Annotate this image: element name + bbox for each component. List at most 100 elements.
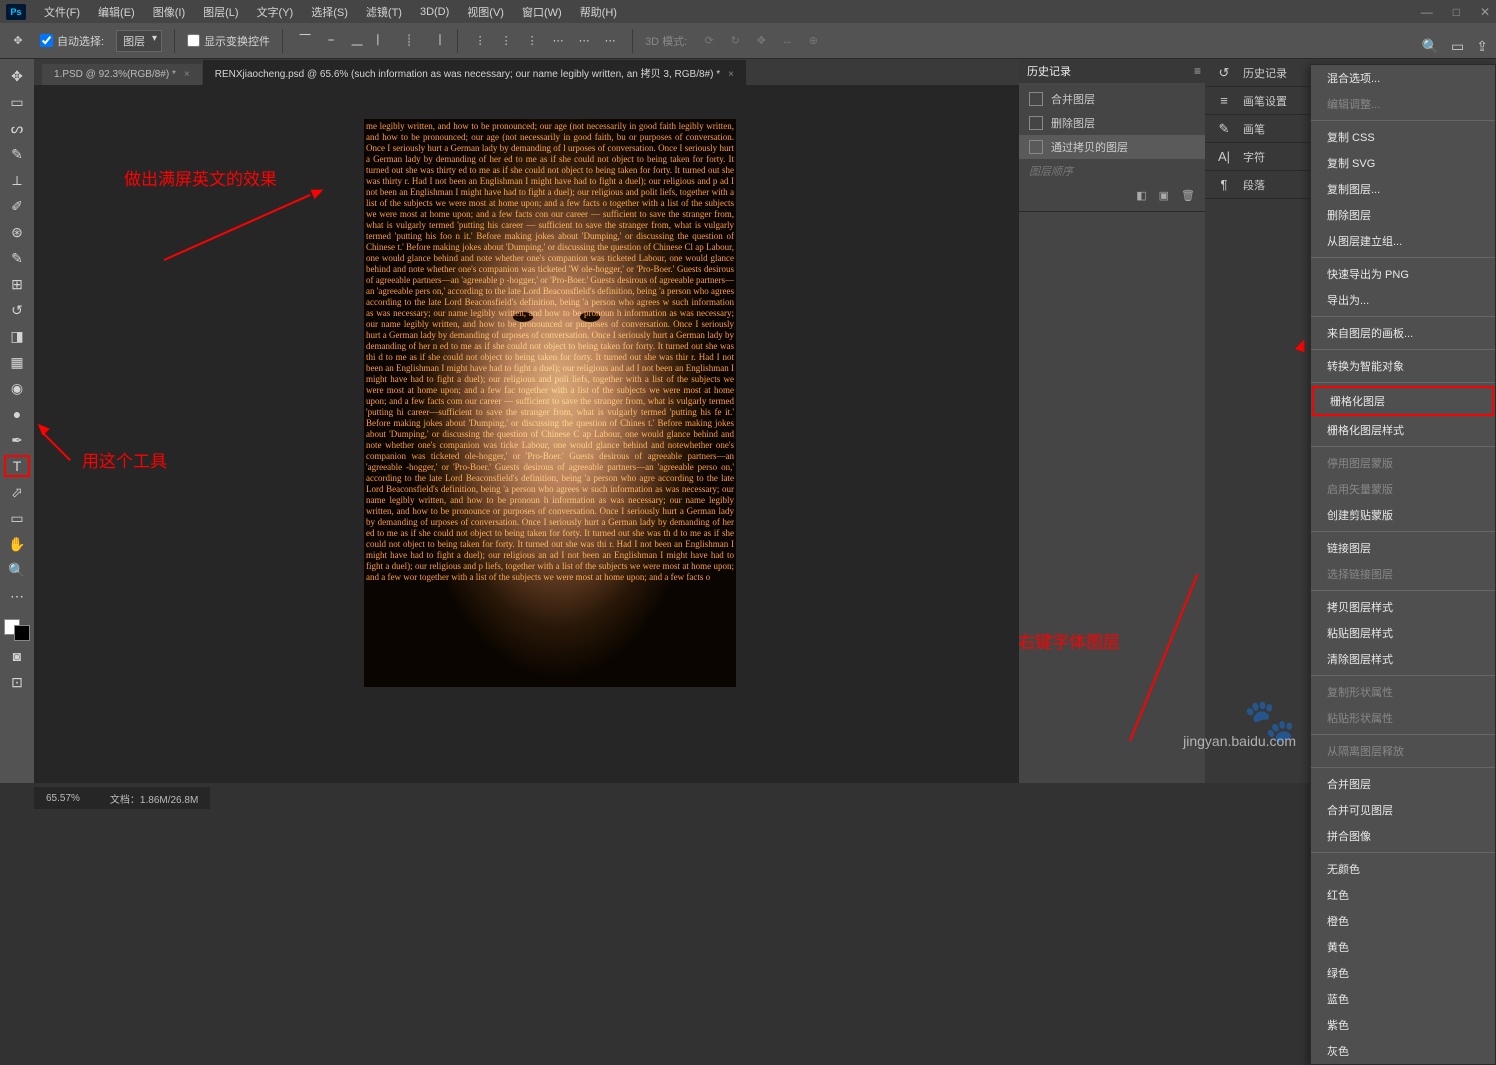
pen-tool[interactable]: ✒ xyxy=(4,429,30,451)
minimize-button[interactable]: — xyxy=(1421,5,1433,19)
search-icon[interactable]: 🔍 xyxy=(1422,38,1439,55)
dist-icon[interactable]: ⋯ xyxy=(548,31,568,51)
align-hcenter-icon[interactable]: ┊ xyxy=(399,31,419,51)
ctx-color-orange[interactable]: 橙色 xyxy=(1311,908,1495,934)
ctx-rasterize-layer[interactable]: 栅格化图层 xyxy=(1312,386,1494,416)
ctx-blending-options[interactable]: 混合选项... xyxy=(1311,65,1495,91)
edit-toolbar[interactable]: ⋯ xyxy=(4,585,30,607)
dist-icon[interactable]: ⋯ xyxy=(574,31,594,51)
ctx-delete-layer[interactable]: 删除图层 xyxy=(1311,202,1495,228)
zoom-level[interactable]: 65.57% xyxy=(46,793,80,804)
ctx-color-green[interactable]: 绿色 xyxy=(1311,960,1495,986)
ctx-color-red[interactable]: 红色 xyxy=(1311,882,1495,908)
move-tool[interactable]: ✥ xyxy=(4,65,30,87)
type-tool[interactable]: T xyxy=(4,455,30,477)
align-left-icon[interactable]: ⎸ xyxy=(373,31,393,51)
eraser-tool[interactable]: ◨ xyxy=(4,325,30,347)
menu-view[interactable]: 视图(V) xyxy=(459,1,512,23)
align-bottom-icon[interactable]: ⎽ xyxy=(347,31,367,51)
brush-tool[interactable]: ✎ xyxy=(4,247,30,269)
ctx-merge-visible[interactable]: 合并可见图层 xyxy=(1311,797,1495,823)
history-brush-tool[interactable]: ↺ xyxy=(4,299,30,321)
crop-tool[interactable]: ⟂ xyxy=(4,169,30,191)
share-icon[interactable]: ⇪ xyxy=(1476,38,1488,55)
ctx-paste-layer-style[interactable]: 粘贴图层样式 xyxy=(1311,620,1495,646)
history-item[interactable]: 通过拷贝的图层 xyxy=(1019,135,1205,159)
eyedropper-tool[interactable]: ✐ xyxy=(4,195,30,217)
dodge-tool[interactable]: ● xyxy=(4,403,30,425)
align-right-icon[interactable]: ⎹ xyxy=(425,31,445,51)
screen-mode-tool[interactable]: ⊡ xyxy=(4,671,30,693)
quick-mask-tool[interactable]: ◙ xyxy=(4,645,30,667)
menu-file[interactable]: 文件(F) xyxy=(36,1,88,23)
path-select-tool[interactable]: ⬀ xyxy=(4,481,30,503)
blur-tool[interactable]: ◉ xyxy=(4,377,30,399)
workspace-icon[interactable]: ▭ xyxy=(1451,38,1464,55)
ctx-disable-layer-mask: 停用图层蒙版 xyxy=(1311,450,1495,476)
rectangle-tool[interactable]: ▭ xyxy=(4,507,30,529)
ctx-quick-export-png[interactable]: 快速导出为 PNG xyxy=(1311,261,1495,287)
maximize-button[interactable]: □ xyxy=(1453,5,1460,19)
menu-type[interactable]: 文字(Y) xyxy=(249,1,302,23)
history-item-dim[interactable]: 图层顺序 xyxy=(1019,159,1205,183)
ctx-link-layers[interactable]: 链接图层 xyxy=(1311,535,1495,561)
menu-select[interactable]: 选择(S) xyxy=(303,1,356,23)
clone-tool[interactable]: ⊞ xyxy=(4,273,30,295)
ctx-group-from-layers[interactable]: 从图层建立组... xyxy=(1311,228,1495,254)
color-swatch[interactable] xyxy=(4,619,30,641)
new-snapshot-icon[interactable]: ▣ xyxy=(1159,189,1169,202)
create-document-icon[interactable]: ◧ xyxy=(1136,189,1146,202)
zoom-tool[interactable]: 🔍 xyxy=(4,559,30,581)
ctx-export-as[interactable]: 导出为... xyxy=(1311,287,1495,313)
delete-icon[interactable]: 🗑 xyxy=(1181,189,1195,202)
ctx-duplicate-layer[interactable]: 复制图层... xyxy=(1311,176,1495,202)
close-icon[interactable]: × xyxy=(728,69,734,80)
ctx-copy-css[interactable]: 复制 CSS xyxy=(1311,124,1495,150)
dist-icon[interactable]: ⋮ xyxy=(496,31,516,51)
menu-window[interactable]: 窗口(W) xyxy=(514,1,570,23)
doc-tab-1[interactable]: 1.PSD @ 92.3%(RGB/8#) *× xyxy=(42,64,202,85)
menu-image[interactable]: 图像(I) xyxy=(145,1,193,23)
align-vcenter-icon[interactable]: ⎯ xyxy=(321,31,341,51)
ctx-color-yellow[interactable]: 黄色 xyxy=(1311,934,1495,960)
ctx-clear-layer-style[interactable]: 清除图层样式 xyxy=(1311,646,1495,672)
align-top-icon[interactable]: ⎺ xyxy=(295,31,315,51)
ctx-rasterize-layer-style[interactable]: 栅格化图层样式 xyxy=(1311,417,1495,443)
ctx-artboard-from-layers[interactable]: 来自图层的画板... xyxy=(1311,320,1495,346)
panel-menu-icon[interactable]: ≡ xyxy=(1194,64,1201,78)
ctx-color-blue[interactable]: 蓝色 xyxy=(1311,986,1495,1012)
quick-select-tool[interactable]: ✎ xyxy=(4,143,30,165)
auto-select-check[interactable]: 自动选择: xyxy=(40,33,104,49)
ctx-create-clipping-mask[interactable]: 创建剪贴蒙版 xyxy=(1311,502,1495,528)
menu-filter[interactable]: 滤镜(T) xyxy=(358,1,410,23)
show-transform-check[interactable]: 显示变换控件 xyxy=(187,33,270,49)
auto-select-target[interactable]: 图层 xyxy=(116,30,162,52)
lasso-tool[interactable]: ᔕ xyxy=(4,117,30,139)
ctx-color-purple[interactable]: 紫色 xyxy=(1311,1012,1495,1038)
menu-layer[interactable]: 图层(L) xyxy=(195,1,246,23)
ctx-flatten-image[interactable]: 拼合图像 xyxy=(1311,823,1495,849)
ctx-copy-layer-style[interactable]: 拷贝图层样式 xyxy=(1311,594,1495,620)
ctx-copy-svg[interactable]: 复制 SVG xyxy=(1311,150,1495,176)
menu-help[interactable]: 帮助(H) xyxy=(572,1,625,23)
dist-icon[interactable]: ⋯ xyxy=(600,31,620,51)
doc-tab-2[interactable]: RENXjiaocheng.psd @ 65.6% (such informat… xyxy=(203,60,746,85)
ctx-color-gray[interactable]: 灰色 xyxy=(1311,1038,1495,1064)
hand-tool[interactable]: ✋ xyxy=(4,533,30,555)
marquee-tool[interactable]: ▭ xyxy=(4,91,30,113)
ctx-convert-smart-object[interactable]: 转换为智能对象 xyxy=(1311,353,1495,379)
history-item[interactable]: 删除图层 xyxy=(1019,111,1205,135)
menu-3d[interactable]: 3D(D) xyxy=(412,3,457,21)
close-button[interactable]: ✕ xyxy=(1480,5,1490,19)
dist-icon[interactable]: ⋮ xyxy=(522,31,542,51)
ctx-merge-layers[interactable]: 合并图层 xyxy=(1311,771,1495,797)
healing-tool[interactable]: ⊛ xyxy=(4,221,30,243)
document-canvas[interactable]: me legibly written, and how to be pronou… xyxy=(364,119,736,687)
history-tab[interactable]: 历史记录 xyxy=(1027,63,1071,79)
history-item[interactable]: 合并图层 xyxy=(1019,87,1205,111)
gradient-tool[interactable]: ▦ xyxy=(4,351,30,373)
menu-edit[interactable]: 编辑(E) xyxy=(90,1,143,23)
dist-icon[interactable]: ⋮ xyxy=(470,31,490,51)
ctx-color-none[interactable]: 无颜色 xyxy=(1311,856,1495,882)
close-icon[interactable]: × xyxy=(184,69,190,80)
